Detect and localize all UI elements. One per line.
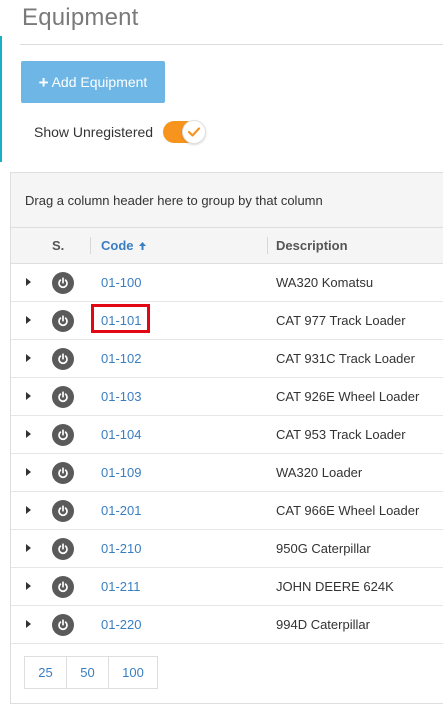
table-row[interactable]: 01-101 CAT 977 Track Loader: [11, 302, 443, 340]
table-row[interactable]: 01-103 CAT 926E Wheel Loader: [11, 378, 443, 416]
expand-row-icon[interactable]: [25, 353, 32, 363]
power-status-icon[interactable]: [52, 538, 74, 560]
table-row[interactable]: 01-100 WA320 Komatsu: [11, 264, 443, 302]
expand-row-icon[interactable]: [25, 315, 32, 325]
expand-row-icon[interactable]: [25, 391, 32, 401]
power-status-icon[interactable]: [52, 462, 74, 484]
column-header-status[interactable]: S.: [52, 238, 64, 253]
equipment-description: 994D Caterpillar: [276, 617, 370, 632]
table-row[interactable]: 01-201 CAT 966E Wheel Loader: [11, 492, 443, 530]
power-status-icon[interactable]: [52, 614, 74, 636]
equipment-description: CAT 977 Track Loader: [276, 313, 406, 328]
left-accent-bar: [0, 36, 2, 162]
equipment-code-link[interactable]: 01-101: [101, 313, 141, 328]
table-row[interactable]: 01-104 CAT 953 Track Loader: [11, 416, 443, 454]
expand-row-icon[interactable]: [25, 277, 32, 287]
table-row[interactable]: 01-211 JOHN DEERE 624K: [11, 568, 443, 606]
grid-body: 01-100 WA320 Komatsu 01-101 CAT 977 Track L…: [11, 264, 443, 644]
expand-row-icon[interactable]: [25, 619, 32, 629]
toggle-knob: [182, 120, 207, 144]
equipment-code-link[interactable]: 01-100: [101, 275, 141, 290]
equipment-description: 950G Caterpillar: [276, 541, 371, 556]
equipment-description: CAT 966E Wheel Loader: [276, 503, 420, 518]
grid-header: S. Code Description: [11, 228, 443, 264]
page-size-selector: 25 50 100: [24, 656, 158, 689]
expand-row-icon[interactable]: [25, 581, 32, 591]
show-unregistered-row: Show Unregistered: [34, 120, 207, 144]
equipment-code-link[interactable]: 01-109: [101, 465, 141, 480]
column-separator: [267, 237, 268, 254]
equipment-code-link[interactable]: 01-220: [101, 617, 141, 632]
table-row[interactable]: 01-102 CAT 931C Track Loader: [11, 340, 443, 378]
column-header-description[interactable]: Description: [276, 238, 348, 253]
add-equipment-label: Add Equipment: [51, 74, 148, 90]
show-unregistered-toggle[interactable]: [163, 120, 207, 144]
page-title: Equipment: [22, 4, 139, 31]
table-row[interactable]: 01-210 950G Caterpillar: [11, 530, 443, 568]
power-status-icon[interactable]: [52, 386, 74, 408]
equipment-code-link[interactable]: 01-210: [101, 541, 141, 556]
equipment-description: WA320 Komatsu: [276, 275, 374, 290]
check-icon: [188, 127, 201, 137]
table-row[interactable]: 01-220 994D Caterpillar: [11, 606, 443, 644]
equipment-code-link[interactable]: 01-103: [101, 389, 141, 404]
equipment-description: CAT 926E Wheel Loader: [276, 389, 420, 404]
equipment-code-link[interactable]: 01-104: [101, 427, 141, 442]
equipment-code-link[interactable]: 01-211: [101, 579, 141, 594]
expand-row-icon[interactable]: [25, 429, 32, 439]
page-size-50[interactable]: 50: [66, 656, 109, 689]
column-header-code[interactable]: Code: [101, 238, 147, 253]
column-separator: [90, 237, 91, 254]
power-status-icon[interactable]: [52, 348, 74, 370]
expand-row-icon[interactable]: [25, 543, 32, 553]
power-status-icon[interactable]: [52, 424, 74, 446]
group-drop-zone[interactable]: Drag a column header here to group by th…: [11, 173, 443, 228]
table-row[interactable]: 01-109 WA320 Loader: [11, 454, 443, 492]
power-status-icon[interactable]: [52, 576, 74, 598]
column-header-code-label: Code: [101, 238, 134, 253]
equipment-grid: Drag a column header here to group by th…: [10, 172, 443, 704]
sort-ascending-icon: [138, 241, 146, 250]
add-equipment-button[interactable]: + Add Equipment: [21, 61, 165, 103]
power-status-icon[interactable]: [52, 500, 74, 522]
show-unregistered-label: Show Unregistered: [34, 124, 154, 140]
plus-icon: +: [38, 72, 49, 92]
page-size-100[interactable]: 100: [108, 656, 158, 689]
power-status-icon[interactable]: [52, 272, 74, 294]
equipment-code-link[interactable]: 01-102: [101, 351, 141, 366]
page-size-25[interactable]: 25: [24, 656, 67, 689]
equipment-code-link[interactable]: 01-201: [101, 503, 141, 518]
power-status-icon[interactable]: [52, 310, 74, 332]
expand-row-icon[interactable]: [25, 467, 32, 477]
equipment-description: WA320 Loader: [276, 465, 363, 480]
equipment-description: CAT 931C Track Loader: [276, 351, 415, 366]
group-hint: Drag a column header here to group by th…: [25, 192, 323, 208]
equipment-description: JOHN DEERE 624K: [276, 579, 394, 594]
equipment-description: CAT 953 Track Loader: [276, 427, 406, 442]
title-divider: [20, 44, 443, 45]
expand-row-icon[interactable]: [25, 505, 32, 515]
